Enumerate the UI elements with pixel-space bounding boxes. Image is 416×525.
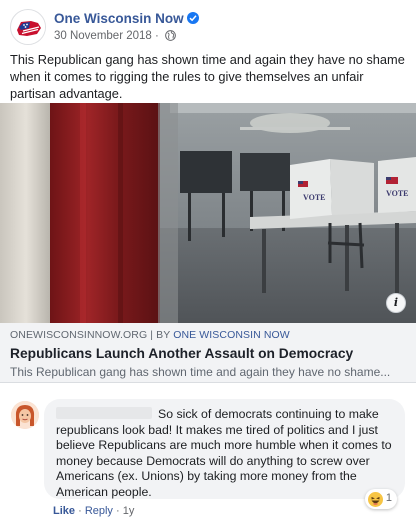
- action-dot: ·: [116, 505, 120, 517]
- reply-button[interactable]: Reply: [85, 505, 113, 517]
- info-icon[interactable]: i: [386, 293, 406, 313]
- voting-booths-photo: VOTE VOTE: [0, 103, 416, 323]
- comment: So sick of democrats continuing to make …: [0, 395, 416, 525]
- link-by-prefix: | BY: [150, 329, 171, 341]
- page-name-text[interactable]: One Wisconsin Now: [54, 11, 184, 26]
- post-body-text: This Republican gang has shown time and …: [10, 52, 405, 101]
- link-preview-image[interactable]: VOTE VOTE i: [0, 103, 416, 323]
- post-date[interactable]: 30 November 2018: [54, 30, 152, 42]
- link-title[interactable]: Republicans Launch Another Assault on De…: [10, 346, 406, 361]
- like-button[interactable]: Like: [53, 505, 75, 517]
- globe-icon: [165, 30, 176, 41]
- post-meta: 30 November 2018 ·: [54, 30, 176, 42]
- link-description: This Republican gang has shown time and …: [10, 365, 391, 379]
- page-logo-icon: [12, 11, 45, 44]
- page-name-link[interactable]: One Wisconsin Now: [54, 11, 199, 26]
- action-dot: ·: [78, 505, 82, 517]
- booth-label-vote-2: VOTE: [386, 189, 409, 198]
- redacted-commenter-name[interactable]: [56, 407, 152, 419]
- page-avatar[interactable]: [10, 9, 46, 45]
- comment-bubble: So sick of democrats continuing to make …: [44, 399, 405, 509]
- bitmoji-avatar-icon: [11, 401, 39, 429]
- commenter-avatar[interactable]: [11, 401, 39, 429]
- comment-actions: Like · Reply · 1y: [53, 505, 134, 517]
- meta-separator: ·: [155, 30, 159, 42]
- link-source: ONEWISCONSINNOW.ORG | BY ONE WISCONSIN N…: [10, 329, 406, 341]
- reaction-summary[interactable]: 1: [364, 489, 397, 509]
- verified-badge-icon: [186, 12, 199, 24]
- link-domain: ONEWISCONSINNOW.ORG: [10, 329, 148, 341]
- reaction-count: 1: [385, 492, 392, 505]
- link-by-page[interactable]: ONE WISCONSIN NOW: [173, 329, 290, 341]
- haha-reaction-icon: [367, 491, 383, 507]
- booth-label-vote: VOTE: [303, 193, 326, 202]
- link-preview-card[interactable]: ONEWISCONSINNOW.ORG | BY ONE WISCONSIN N…: [0, 323, 416, 383]
- comment-text: So sick of democrats continuing to make …: [56, 407, 392, 499]
- comment-age[interactable]: 1y: [123, 505, 135, 517]
- post-header: One Wisconsin Now 30 November 2018 ·: [10, 9, 406, 45]
